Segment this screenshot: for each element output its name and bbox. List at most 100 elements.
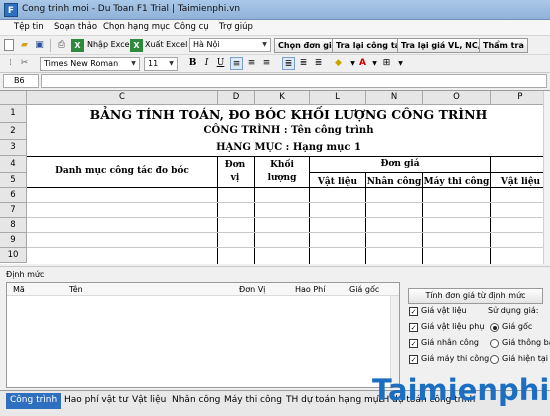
column-header[interactable]: N: [366, 91, 423, 105]
current-price-radio[interactable]: [490, 355, 499, 364]
grid-line: [27, 202, 550, 203]
underline-icon[interactable]: U: [214, 57, 227, 70]
row-header[interactable]: 6: [0, 188, 27, 203]
export-excel-button[interactable]: Xuất Excel: [145, 40, 187, 49]
borders-icon[interactable]: ⊞: [380, 57, 393, 70]
fill-color-icon[interactable]: ◆: [332, 57, 345, 70]
app-icon: F: [4, 3, 18, 17]
watermark-logo: Taimienphi: [372, 373, 550, 407]
spreadsheet-grid[interactable]: C D K L N O P 1 2 3 4 5 6 7 8 9 10 BẢNG …: [0, 90, 550, 264]
menu-tools[interactable]: Công cụ: [174, 22, 209, 32]
font-size-select[interactable]: 11 ▼: [144, 57, 178, 71]
import-excel-button[interactable]: Nhập Excel: [87, 40, 132, 49]
row-header[interactable]: 1: [0, 105, 27, 123]
calc-price-from-norm-button[interactable]: Tính đơn giá từ định mức: [408, 288, 543, 304]
header-unit-price: Đơn giá: [380, 159, 420, 169]
menu-edit[interactable]: Soạn thảo: [54, 22, 97, 32]
row-header[interactable]: 10: [0, 248, 27, 263]
cell-reference-box[interactable]: B6: [3, 74, 39, 88]
row-header[interactable]: 9: [0, 233, 27, 248]
checkbox-label: Giá vật liệu phụ: [421, 322, 485, 331]
column-unit[interactable]: Đơn Vị: [239, 285, 265, 294]
column-header[interactable]: K: [255, 91, 310, 105]
align-left-icon[interactable]: ≡: [230, 57, 243, 70]
header-unit: Đơn vị: [224, 160, 246, 183]
column-header[interactable]: C: [27, 91, 218, 105]
header-material: Vật liệu: [317, 177, 358, 187]
tab-machinery[interactable]: Máy thi công: [220, 393, 286, 409]
menu-file[interactable]: Tệp tin: [14, 22, 44, 32]
toolbar-separator: [50, 39, 51, 52]
tab-materials[interactable]: Vật liệu: [128, 393, 170, 409]
valign-top-icon[interactable]: ≣: [282, 57, 295, 70]
italic-icon[interactable]: I: [200, 57, 213, 70]
header-labor: Nhân công: [366, 177, 422, 187]
scissors-icon[interactable]: ✂: [18, 57, 31, 70]
checkbox-label: Giá nhân công: [421, 338, 479, 347]
row-header[interactable]: 3: [0, 140, 27, 156]
valign-bottom-icon[interactable]: ≣: [312, 57, 325, 70]
radio-label: Giá hiện tại: [502, 354, 548, 363]
header-quantity: Khối lượng: [267, 160, 297, 183]
font-size-value: 11: [148, 59, 159, 68]
bold-icon[interactable]: B: [186, 57, 199, 70]
vertical-scrollbar[interactable]: [543, 91, 550, 264]
tab-project[interactable]: Công trình: [6, 393, 62, 409]
machine-price-checkbox[interactable]: ✓: [409, 355, 418, 364]
table-border: [27, 156, 550, 157]
chevron-down-icon[interactable]: ▼: [394, 57, 407, 70]
use-price-label: Sử dụng giá:: [488, 306, 539, 315]
aux-material-price-checkbox[interactable]: ✓: [409, 323, 418, 332]
base-price-radio[interactable]: [490, 323, 499, 332]
norm-panel-label: Định mức: [6, 270, 45, 279]
open-folder-icon[interactable]: ▰: [18, 39, 31, 52]
announced-price-radio[interactable]: [490, 339, 499, 348]
column-base-price[interactable]: Giá gốc: [349, 285, 379, 294]
grid-line: [27, 247, 550, 248]
column-consumption[interactable]: Hao Phí: [295, 285, 325, 294]
chevron-down-icon: ▼: [131, 60, 136, 67]
grip-icon: ⁞: [9, 58, 12, 68]
header-work-item: Danh mục công tác đo bóc: [55, 166, 189, 176]
tab-material-consumption[interactable]: Hao phí vật tư: [60, 393, 132, 409]
review-button[interactable]: Thẩm tra: [479, 38, 528, 53]
export-excel-icon[interactable]: X: [130, 39, 143, 52]
formula-input[interactable]: [41, 74, 547, 88]
import-excel-icon[interactable]: X: [71, 39, 84, 52]
column-header[interactable]: D: [218, 91, 255, 105]
material-price-checkbox[interactable]: ✓: [409, 307, 418, 316]
column-header[interactable]: P: [491, 91, 550, 105]
main-toolbar: ▰ ▣ ⎙ X Nhập Excel X Xuất Excel Hà Nội ▼…: [0, 36, 550, 55]
chevron-down-icon: ▼: [262, 41, 267, 48]
menu-category[interactable]: Chọn hạng mục: [103, 22, 170, 32]
row-header[interactable]: 8: [0, 218, 27, 233]
column-header[interactable]: L: [310, 91, 366, 105]
row-header[interactable]: 5: [0, 173, 27, 188]
chevron-down-icon: ▼: [169, 60, 174, 67]
font-select[interactable]: Times New Roman ▼: [40, 57, 140, 71]
sheet-title: BẢNG TÍNH TOÁN, ĐO BÓC KHỐI LƯỢNG CÔNG T…: [89, 107, 488, 122]
print-icon[interactable]: ⎙: [55, 39, 68, 52]
tab-labor[interactable]: Nhân công: [168, 393, 224, 409]
column-header[interactable]: O: [423, 91, 491, 105]
column-code[interactable]: Mã: [13, 285, 25, 294]
grid-corner[interactable]: [0, 91, 27, 105]
labor-price-checkbox[interactable]: ✓: [409, 339, 418, 348]
save-icon[interactable]: ▣: [33, 39, 46, 52]
norm-list-header: Mã Tên Đơn Vị Hao Phí Giá gốc: [7, 283, 399, 296]
project-name: CÔNG TRÌNH : Tên công trình: [203, 125, 374, 136]
region-select[interactable]: Hà Nội ▼: [189, 38, 271, 52]
row-header[interactable]: 2: [0, 123, 27, 140]
align-right-icon[interactable]: ≡: [260, 57, 273, 70]
new-file-icon[interactable]: [4, 39, 14, 51]
menu-help[interactable]: Trợ giúp: [219, 22, 253, 32]
align-center-icon[interactable]: ≡: [245, 57, 258, 70]
column-name[interactable]: Tên: [69, 285, 83, 294]
norm-list[interactable]: Mã Tên Đơn Vị Hao Phí Giá gốc: [6, 282, 400, 388]
formula-bar: B6: [0, 73, 550, 89]
title-bar: F Cong trinh moi - Du Toan F1 Trial | Ta…: [0, 0, 550, 20]
category-name: HẠNG MỤC : Hạng mục 1: [216, 142, 361, 153]
row-header[interactable]: 4: [0, 156, 27, 173]
row-header[interactable]: 7: [0, 203, 27, 218]
valign-middle-icon[interactable]: ≣: [297, 57, 310, 70]
